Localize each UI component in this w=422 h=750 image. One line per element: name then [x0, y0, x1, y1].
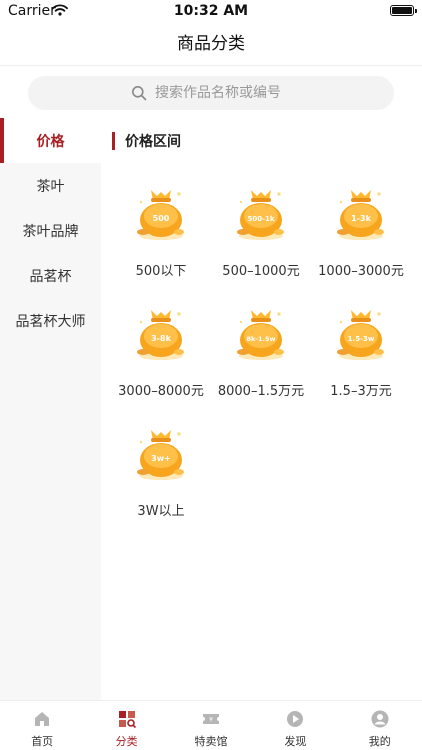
price-badge: 1.5-3w: [348, 335, 375, 343]
sidebar-item-tea[interactable]: 茶叶: [0, 163, 101, 208]
battery-icon: [390, 5, 417, 16]
tab-discover[interactable]: 发现: [253, 701, 337, 750]
sidebar-item-label: 茶叶品牌: [22, 223, 79, 240]
price-range-label: 500以下: [135, 264, 187, 279]
price-badge: 1-3k: [351, 214, 371, 223]
price-range-grid: 500 500以下 500-1k 500–1000元 1-3k 1000–300…: [111, 180, 411, 540]
tab-bar: 首页 分类 ¥ 特卖馆 发现 我的: [0, 700, 422, 750]
tab-label: 分类: [115, 735, 138, 748]
money-bag-icon: 8k-1.5w: [237, 310, 284, 360]
sidebar-item-price[interactable]: 价格: [0, 118, 101, 163]
sidebar-item-label: 品茗杯大师: [15, 313, 86, 330]
tab-label: 特卖馆: [194, 735, 228, 748]
money-bag-icon: 1.5-3w: [337, 310, 384, 360]
price-range-item[interactable]: 500-1k 500–1000元: [211, 180, 311, 300]
tab-category[interactable]: 分类: [84, 701, 168, 750]
play-icon: [287, 711, 304, 727]
tab-label: 我的: [368, 735, 391, 748]
tab-home[interactable]: 首页: [0, 701, 84, 750]
money-bag-icon: 1-3k: [337, 190, 384, 240]
category-icon: [118, 711, 136, 729]
category-sidebar: 价格 茶叶 茶叶品牌 品茗杯 品茗杯大师: [0, 118, 101, 700]
tab-label: 首页: [31, 735, 54, 748]
price-range-item[interactable]: 1.5-3w 1.5–3万元: [311, 300, 411, 420]
price-range-item[interactable]: 3-8k 3000–8000元: [111, 300, 211, 420]
tab-label: 发现: [284, 735, 307, 748]
status-time: 10:32 AM: [173, 3, 249, 19]
nav-bar: 商品分类: [0, 22, 422, 66]
price-range-item[interactable]: 500 500以下: [111, 180, 211, 300]
price-range-item[interactable]: 3w+ 3W以上: [111, 420, 211, 540]
money-bag-icon: 500: [137, 190, 184, 240]
svg-text:¥: ¥: [209, 717, 213, 724]
tab-special-sale[interactable]: ¥ 特卖馆: [169, 701, 253, 750]
money-bag-icon: 3w+: [137, 430, 184, 480]
tab-mine[interactable]: 我的: [338, 701, 422, 750]
ticket-icon: ¥: [202, 714, 219, 724]
price-range-label: 1.5–3万元: [330, 384, 392, 399]
search-input[interactable]: [155, 85, 291, 101]
page-title: 商品分类: [177, 34, 245, 54]
sidebar-item-label: 价格: [36, 133, 65, 150]
price-range-item[interactable]: 8k-1.5w 8000–1.5万元: [211, 300, 311, 420]
section-header: 价格区间: [112, 132, 181, 150]
sidebar-item-label: 茶叶: [36, 178, 65, 195]
money-bag-icon: 3-8k: [137, 310, 184, 360]
sidebar-item-tasting-cup[interactable]: 品茗杯: [0, 253, 101, 298]
price-badge: 3-8k: [151, 334, 171, 343]
user-icon: [371, 710, 389, 728]
price-range-label: 500–1000元: [222, 264, 300, 279]
price-range-label: 8000–1.5万元: [217, 384, 305, 399]
price-badge: 3w+: [151, 454, 171, 463]
sidebar-item-tea-brand[interactable]: 茶叶品牌: [0, 208, 101, 253]
price-badge: 500: [153, 214, 170, 223]
status-bar: Carrier 10:32 AM: [0, 0, 422, 22]
category-content: 价格区间 500 500以下 500-1k 500–1000元 1-3k 100…: [101, 118, 422, 700]
price-badge: 8k-1.5w: [246, 335, 275, 343]
section-accent-bar: [112, 132, 115, 150]
money-bag-icon: 500-1k: [237, 190, 284, 240]
sidebar-item-label: 品茗杯: [29, 268, 72, 285]
price-range-label: 3W以上: [137, 504, 185, 519]
price-range-item[interactable]: 1-3k 1000–3000元: [311, 180, 411, 300]
search-icon: [132, 86, 147, 101]
section-title: 价格区间: [125, 134, 181, 150]
price-badge: 500-1k: [247, 215, 274, 223]
price-range-label: 1000–3000元: [318, 264, 404, 279]
price-range-label: 3000–8000元: [118, 384, 204, 399]
home-icon: [35, 712, 50, 726]
search-bar[interactable]: [28, 76, 394, 110]
sidebar-item-cup-master[interactable]: 品茗杯大师: [0, 298, 101, 343]
